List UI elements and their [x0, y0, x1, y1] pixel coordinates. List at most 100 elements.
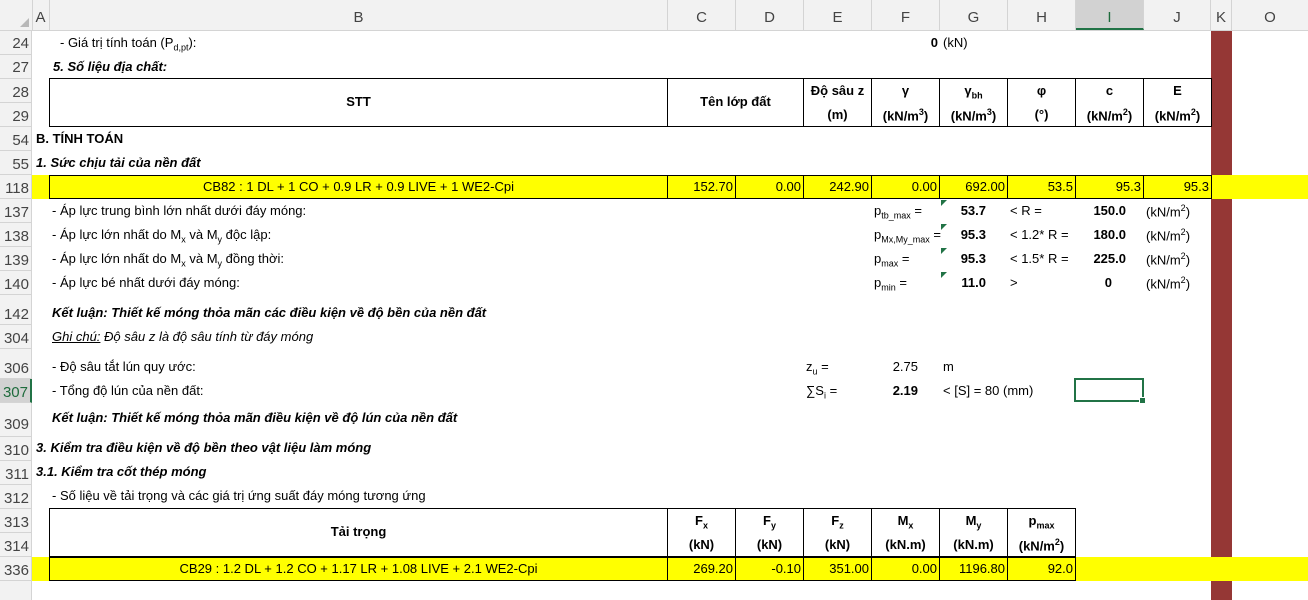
max-simultaneous-value[interactable]: 95.3: [940, 251, 986, 266]
combo-118-d[interactable]: 0.00: [736, 179, 801, 194]
total-settlement-value[interactable]: 2.19: [872, 383, 918, 398]
max-independent-limit[interactable]: 180.0: [1076, 227, 1126, 242]
column-header-k[interactable]: K: [1211, 0, 1232, 30]
column-header-f[interactable]: F: [872, 0, 940, 30]
active-cell-i307[interactable]: [1074, 378, 1146, 404]
min-pressure-unit: (kN/m2): [1146, 275, 1191, 292]
row-header-336[interactable]: 336: [0, 557, 32, 581]
load-col-mx: Mx: [897, 513, 914, 531]
row-header-306[interactable]: 306: [0, 349, 32, 379]
avg-pressure-compare: < R =: [1010, 203, 1042, 218]
row-header-139[interactable]: 139: [0, 247, 32, 271]
max-independent-value[interactable]: 95.3: [940, 227, 986, 242]
column-header-o[interactable]: O: [1232, 0, 1308, 30]
row-header-312[interactable]: 312: [0, 485, 32, 509]
row-header-313[interactable]: 313: [0, 509, 32, 533]
column-header-c[interactable]: C: [668, 0, 736, 30]
row-header-307[interactable]: 307: [0, 379, 32, 403]
settlement-depth-value[interactable]: 2.75: [872, 359, 918, 374]
avg-pressure-unit: (kN/m2): [1146, 203, 1191, 220]
row-header-24[interactable]: 24: [0, 31, 32, 55]
row-header-29[interactable]: 29: [0, 103, 32, 127]
combo-118-g[interactable]: 692.00: [940, 179, 1005, 194]
min-pressure-compare: >: [1010, 275, 1018, 290]
settlement-depth-unit: m: [943, 359, 954, 374]
load-col-pmax: pmax: [1028, 513, 1055, 531]
geology-col-gammabh-unit: (kN/m3): [950, 107, 997, 124]
note-text: Độ sâu z là độ sâu tính từ đáy móng: [100, 329, 314, 344]
column-header-d[interactable]: D: [736, 0, 804, 30]
max-independent-label: - Áp lực lớn nhất do Mx và My độc lập:: [52, 227, 272, 245]
row-header-138[interactable]: 138: [0, 223, 32, 247]
row-header-28[interactable]: 28: [0, 79, 32, 103]
combo-118-name[interactable]: CB82 : 1 DL + 1 CO + 0.9 LR + 0.9 LIVE +…: [50, 179, 667, 194]
combo-118-i[interactable]: 95.3: [1076, 179, 1141, 194]
combo-336-fx[interactable]: 269.20: [668, 561, 733, 576]
min-pressure-value[interactable]: 11.0: [940, 275, 986, 290]
geology-col-c: c: [1105, 83, 1114, 98]
column-header-b[interactable]: B: [50, 0, 668, 30]
row-header-118[interactable]: 118: [0, 175, 32, 199]
min-pressure-limit[interactable]: 0: [1076, 275, 1112, 290]
column-header-h[interactable]: H: [1008, 0, 1076, 30]
combo-336-pmax[interactable]: 92.0: [1008, 561, 1073, 576]
avg-pressure-limit[interactable]: 150.0: [1076, 203, 1126, 218]
row-header-140[interactable]: 140: [0, 271, 32, 295]
geology-col-e: E: [1173, 83, 1182, 98]
column-header-e[interactable]: E: [804, 0, 872, 30]
row-header-304[interactable]: 304: [0, 325, 32, 349]
combo-118-h[interactable]: 53.5: [1008, 179, 1073, 194]
row-header-27[interactable]: 27: [0, 55, 32, 79]
row-header-137[interactable]: 137: [0, 199, 32, 223]
geology-col-gammabh: γbh: [964, 83, 983, 101]
geology-col-depth-unit: (m): [827, 107, 848, 122]
column-header-bar: A B C D E F G H I J K O: [0, 0, 1308, 31]
column-header-a[interactable]: A: [32, 0, 50, 30]
min-pressure-symbol: pmin =: [874, 275, 907, 293]
avg-pressure-value[interactable]: 53.7: [940, 203, 986, 218]
max-independent-unit: (kN/m2): [1146, 227, 1191, 244]
settlement-conclusion: Kết luận: Thiết kế móng thỏa mãn điều ki…: [52, 410, 458, 425]
max-simultaneous-limit[interactable]: 225.0: [1076, 251, 1126, 266]
column-header-j[interactable]: J: [1144, 0, 1211, 30]
geology-col-phi: φ: [1036, 83, 1047, 98]
load-col-my: My: [965, 513, 982, 531]
bearing-capacity-title: 1. Sức chịu tải của nền đất: [36, 155, 201, 170]
combo-118-f[interactable]: 0.00: [872, 179, 937, 194]
combo-336-mx[interactable]: 0.00: [872, 561, 937, 576]
column-header-i[interactable]: I: [1076, 0, 1144, 30]
select-all-corner[interactable]: [0, 0, 33, 30]
row-header-311[interactable]: 311: [0, 461, 32, 485]
combo-118-e[interactable]: 242.90: [804, 179, 869, 194]
settlement-depth-symbol: zu =: [806, 359, 829, 377]
load-col-pmax-unit: (kN/m2): [1018, 537, 1065, 554]
max-independent-symbol: pMx,My_max =: [874, 227, 941, 245]
row-header-55[interactable]: 55: [0, 151, 32, 175]
row-header-54[interactable]: 54: [0, 127, 32, 151]
combo-336-name[interactable]: CB29 : 1.2 DL + 1.2 CO + 1.17 LR + 1.08 …: [50, 561, 667, 576]
row-header-314[interactable]: 314: [0, 533, 32, 557]
calculation-section-title: B. TÍNH TOÁN: [36, 131, 124, 146]
combo-118-j[interactable]: 95.3: [1144, 179, 1209, 194]
row-header-142[interactable]: 142: [0, 295, 32, 325]
max-simultaneous-unit: (kN/m2): [1146, 251, 1191, 268]
combo-336-fz[interactable]: 351.00: [804, 561, 869, 576]
load-col-fy-unit: (kN): [756, 537, 783, 552]
row-header-310[interactable]: 310: [0, 437, 32, 461]
load-col-my-unit: (kN.m): [953, 537, 994, 552]
row-header-309[interactable]: 309: [0, 403, 32, 437]
min-pressure-label: - Áp lực bé nhất dưới đáy móng:: [52, 275, 240, 290]
combo-336-fy[interactable]: -0.10: [736, 561, 801, 576]
design-load-unit: (kN): [943, 35, 968, 50]
strength-conclusion: Kết luận: Thiết kế móng thỏa mãn các điề…: [52, 305, 487, 320]
combo-118-c[interactable]: 152.70: [668, 179, 733, 194]
column-header-g[interactable]: G: [940, 0, 1008, 30]
max-simultaneous-symbol: pmax =: [874, 251, 910, 269]
geology-col-layer-name: Tên lớp đất: [700, 94, 771, 109]
combo-336-my[interactable]: 1196.80: [940, 561, 1005, 576]
design-load-value[interactable]: 0: [880, 35, 938, 50]
marker-column-k: [1211, 31, 1232, 600]
rebar-check-title: 3.1. Kiểm tra cốt thép móng: [36, 464, 207, 479]
geology-col-depth: Độ sâu z: [810, 83, 865, 98]
load-data-intro: - Số liệu về tải trọng và các giá trị ứn…: [52, 488, 426, 503]
